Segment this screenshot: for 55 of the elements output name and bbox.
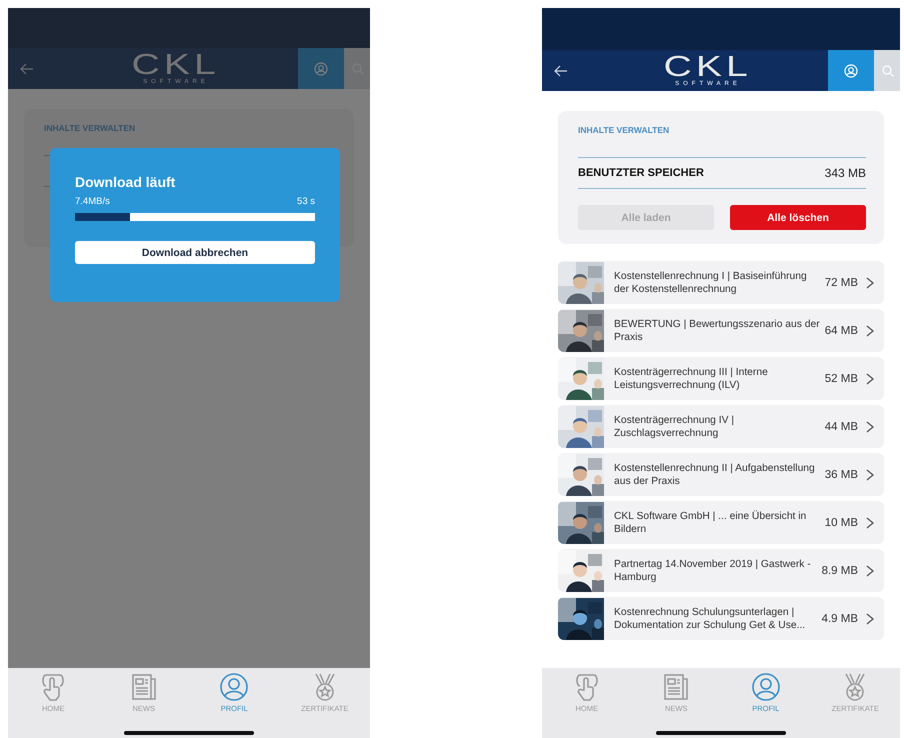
chevron-icon xyxy=(866,420,874,432)
chevron-icon xyxy=(866,276,874,288)
newspaper-icon xyxy=(662,672,690,702)
chevron-icon xyxy=(866,564,874,576)
item-size: 36 MB xyxy=(824,468,859,480)
search-icon xyxy=(882,64,894,76)
item-title: BEWERTUNG | Bewertungsszenario aus der Praxis xyxy=(613,318,821,344)
logo-text: CKL xyxy=(132,52,220,78)
item-title: Kostenträgerrechnung III | Interne Leistungsverrechnung (ILV) xyxy=(613,366,769,392)
item-size: 4.9 MB xyxy=(822,612,859,624)
person-icon xyxy=(750,672,781,702)
profile-button[interactable] xyxy=(828,50,874,91)
item-title: Kostenträgerrechnung IV | Zuschlagsverrechnung xyxy=(613,414,736,440)
item-size: 8.9 MB xyxy=(822,564,859,576)
dialog-title: Download läuft xyxy=(75,174,176,190)
storage-label: BENUTZTER SPEICHER xyxy=(578,167,704,179)
item-size: 44 MB xyxy=(824,420,859,432)
content-list-item[interactable]: BEWERTUNG | Bewertungsszenario aus der Praxis 64 MB xyxy=(558,309,884,352)
section-title: INHALTE VERWALTEN xyxy=(578,125,670,135)
content-list-item[interactable]: Kostenstellenrechnung II | Aufgabenstellung aus der Praxis 36 MB xyxy=(558,453,884,496)
content-list-item[interactable]: Kostenstellenrechnung I | Basiseinführung der Kostenstellenrechnung 72 MB xyxy=(558,261,884,304)
item-size: 52 MB xyxy=(824,372,859,384)
newspaper-icon xyxy=(130,672,158,702)
content-list-item[interactable]: CKL Software GmbH | ... eine Übersicht in Bildern 10 MB xyxy=(558,501,884,544)
item-size: 72 MB xyxy=(824,276,859,288)
item-size: 64 MB xyxy=(824,324,859,336)
storage-value: 343 MB xyxy=(824,166,866,180)
chevron-icon xyxy=(866,468,874,480)
item-size: 10 MB xyxy=(824,516,859,528)
profile-icon xyxy=(314,62,328,76)
item-title: Kostenstellenrechnung II | Aufgabenstellung aus der Praxis xyxy=(613,462,816,488)
cancel-download-button[interactable]: Download abbrechen xyxy=(75,241,315,264)
chevron-icon xyxy=(866,324,874,336)
section-title: INHALTE VERWALTEN xyxy=(44,123,136,133)
item-title: Kostenstellenrechnung I | Basiseinführung der Kostenstellenrechnung xyxy=(613,270,808,296)
hand-icon xyxy=(574,672,600,702)
content-list-item[interactable]: Kostenträgerrechnung IV | Zuschlagsverrechnung 44 MB xyxy=(558,405,884,448)
content-list-item[interactable]: Partnertag 14.November 2019 | Gastwerk - Hamburg 8.9 MB xyxy=(558,549,884,592)
profile-icon xyxy=(844,64,858,78)
content-list-item[interactable]: Kostenrechnung Schulungsunterlagen | Dokumentation zur Schulung Get & Use... 4.9 MB xyxy=(558,597,884,640)
content-list-item[interactable]: Kostenträgerrechnung III | Interne Leistungsverrechnung (ILV) 52 MB xyxy=(558,357,884,400)
logo-text: CKL xyxy=(664,54,752,80)
time-remaining: 53 s xyxy=(297,196,315,207)
item-title: CKL Software GmbH | ... eine Übersicht in Bildern xyxy=(613,510,808,536)
hand-icon xyxy=(40,672,66,702)
download-speed: 7.4MB/s xyxy=(75,196,110,207)
person-icon xyxy=(219,672,250,702)
item-title: Kostenrechnung Schulungsunterlagen | Dokumentation zur Schulung Get & Use... xyxy=(613,606,806,632)
chevron-icon xyxy=(866,372,874,384)
chevron-icon xyxy=(866,516,874,528)
delete-all-button[interactable]: Alle löschen xyxy=(730,205,866,230)
chevron-icon xyxy=(866,612,874,624)
item-title: Partnertag 14.November 2019 | Gastwerk - Hamburg xyxy=(613,558,812,584)
profile-button[interactable] xyxy=(298,48,344,89)
back-icon[interactable] xyxy=(554,64,568,76)
